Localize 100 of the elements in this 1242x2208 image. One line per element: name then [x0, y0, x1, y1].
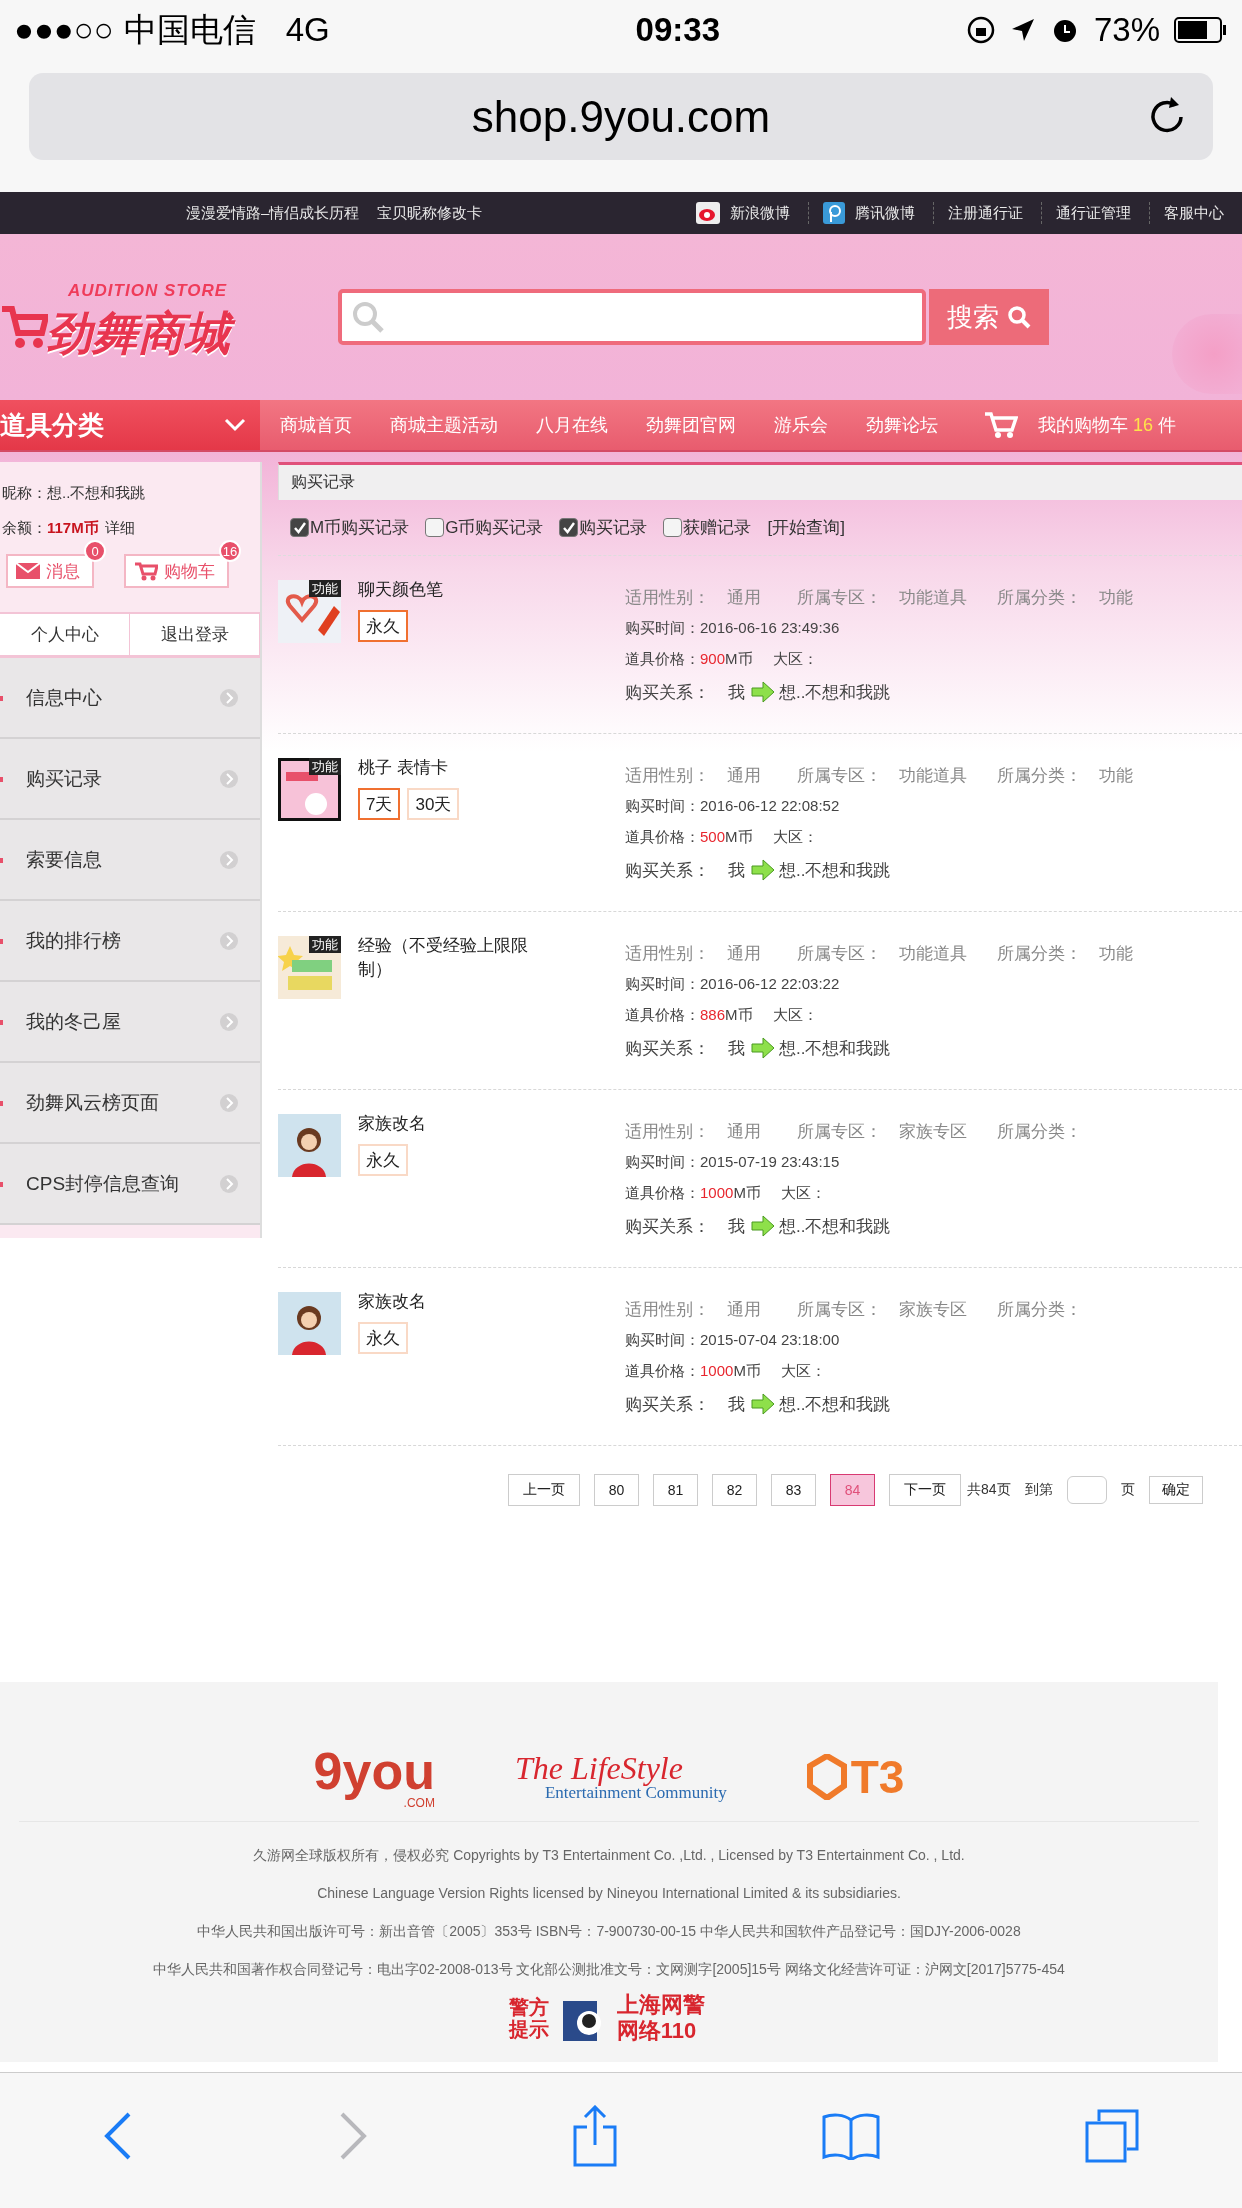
- search-field[interactable]: [338, 289, 926, 345]
- item-price: 道具价格：886M币: [625, 1005, 753, 1025]
- purchase-time: 购买时间：2015-07-04 23:18:00: [625, 1330, 840, 1350]
- signal-strength: ●●●○○: [14, 11, 114, 49]
- item-attribute: 所属分类：: [997, 1120, 1083, 1143]
- sidebar-menu-item[interactable]: 我的排行榜: [0, 901, 260, 982]
- page-button[interactable]: 82: [712, 1474, 757, 1506]
- item-badge: 功能: [309, 580, 341, 597]
- region-label: 大区：: [772, 1005, 818, 1025]
- duration-option[interactable]: 永久: [358, 1144, 408, 1176]
- top-link[interactable]: 注册通行证: [948, 203, 1023, 223]
- top-link[interactable]: 腾讯微博: [855, 203, 915, 223]
- nineyou-logo: 9you .COM: [313, 1744, 435, 1809]
- page-unit: 页: [1120, 1481, 1135, 1499]
- confirm-button[interactable]: 确定: [1148, 1476, 1203, 1504]
- chevron-right-icon: [220, 1093, 238, 1112]
- copyright-text: 中华人民共和国出版许可号：新出音管〔2005〕353号 ISBN号：7-900730-00-15 中华人民共和国软件产品登记号：国DJY-2006-0028: [197, 1922, 1021, 1941]
- query-link[interactable]: [开始查询]: [767, 516, 845, 539]
- recipient-name: 想..不想和我跳: [779, 681, 891, 704]
- prev-page-button[interactable]: 上一页: [508, 1474, 580, 1506]
- page-button[interactable]: 81: [653, 1474, 698, 1506]
- item-price: 道具价格：1000M币: [625, 1361, 761, 1381]
- filter-checkbox[interactable]: G币购买记录: [425, 516, 544, 539]
- nickname-label: 昵称：: [2, 484, 47, 503]
- tabs-button[interactable]: [1085, 2108, 1140, 2163]
- rotation-lock-icon: [965, 15, 996, 45]
- share-button[interactable]: [572, 2104, 617, 2167]
- weibo-icon: [696, 202, 720, 224]
- exp-card-icon: [278, 936, 341, 999]
- police-notice: 警方提示: [508, 1996, 550, 2041]
- region-label: 大区：: [772, 649, 818, 669]
- item-attribute: 所属分类： 功能: [997, 586, 1134, 609]
- category-menu[interactable]: 道具分类: [0, 400, 260, 450]
- duration-option[interactable]: 30天: [407, 788, 460, 820]
- sidebar-menu-item[interactable]: 信息中心: [0, 658, 260, 739]
- carrier-name: 中国电信: [123, 9, 256, 50]
- network-type: 4G: [285, 11, 330, 49]
- clock-time: 09:33: [635, 11, 720, 49]
- top-link[interactable]: 通行证管理: [1056, 203, 1131, 223]
- chevron-right-icon: [220, 931, 238, 950]
- back-button[interactable]: [102, 2110, 133, 2161]
- purchase-time: 购买时间：2016-06-16 23:49:36: [625, 618, 840, 638]
- duration-option[interactable]: 永久: [358, 610, 408, 642]
- recipient-name: 想..不想和我跳: [779, 1037, 891, 1060]
- next-page-button[interactable]: 下一页: [889, 1474, 961, 1506]
- relation-label: 购买关系：: [625, 1037, 710, 1060]
- item-attribute: 所属专区： 功能道具: [797, 764, 968, 787]
- buyer-name: 我: [728, 1037, 745, 1060]
- filter-checkbox[interactable]: 购买记录: [559, 516, 648, 539]
- sidebar-menu-item[interactable]: 劲舞风云榜页面: [0, 1063, 260, 1144]
- bookmarks-button[interactable]: [822, 2111, 881, 2160]
- top-link[interactable]: 客服中心: [1164, 203, 1224, 223]
- page-button[interactable]: 83: [771, 1474, 816, 1506]
- top-link[interactable]: 宝贝昵称修改卡: [377, 203, 483, 223]
- duration-option[interactable]: 7天: [358, 788, 401, 820]
- count-badge: 0: [84, 540, 106, 562]
- detail-link[interactable]: 详细: [104, 519, 135, 538]
- item-attribute: 所属分类： 功能: [997, 942, 1134, 965]
- page-button[interactable]: 80: [594, 1474, 639, 1506]
- item-attribute: 适用性别： 通用: [625, 942, 762, 965]
- chevron-right-icon: [220, 769, 238, 788]
- sidebar-menu-item[interactable]: CPS封停信息查询: [0, 1144, 260, 1225]
- purchase-time: 购买时间：2016-06-12 22:03:22: [625, 974, 840, 994]
- chevron-right-icon: [220, 1174, 238, 1193]
- duration-option[interactable]: 永久: [358, 1322, 408, 1354]
- book-icon: [822, 2111, 881, 2160]
- section-title: 购买记录: [278, 462, 1242, 500]
- battery-percentage: 73%: [1093, 11, 1160, 49]
- cart-icon[interactable]: [984, 411, 1018, 439]
- back-icon: [102, 2110, 133, 2161]
- copyright-text: 中华人民共和国著作权合同登记号：电出字02-2008-013号 文化部公测批准文号：文网测字[2005]15号 网络文化经营许可证：沪网文[2017]5775-454: [153, 1960, 1065, 1979]
- top-link[interactable]: 漫漫爱情路–情侣成长历程: [186, 203, 360, 223]
- sidebar-menu-item[interactable]: 索要信息: [0, 820, 260, 901]
- recipient-name: 想..不想和我跳: [779, 1393, 891, 1416]
- bullet-mark: [0, 777, 3, 782]
- item-attribute: 所属专区： 家族专区: [797, 1120, 968, 1143]
- purchase-time: 购买时间：2015-07-19 23:43:15: [625, 1152, 840, 1172]
- item-attribute: 所属专区： 功能道具: [797, 586, 968, 609]
- item-name: 聊天颜色笔: [358, 579, 444, 601]
- chevron-right-icon: [220, 688, 238, 707]
- account-tab[interactable]: 个人中心: [0, 614, 130, 655]
- filter-checkbox[interactable]: M币购买记录: [290, 516, 410, 539]
- page-input[interactable]: [1066, 1476, 1107, 1504]
- item-name: 经验（不受经验上限限制）: [358, 935, 529, 981]
- lifestyle-logo: The LifeStyle Entertainment Community: [514, 1752, 727, 1801]
- tencent-weibo-icon: [823, 202, 845, 224]
- item-price: 道具价格：900M币: [625, 649, 753, 669]
- buyer-name: 我: [728, 859, 745, 882]
- account-tab[interactable]: 退出登录: [130, 614, 260, 655]
- purchase-time: 购买时间：2016-06-12 22:08:52: [625, 796, 840, 816]
- address-bar[interactable]: shop.9you.com: [29, 73, 1213, 160]
- filter-checkbox[interactable]: 获赠记录: [663, 516, 752, 539]
- sidebar-menu-item[interactable]: 我的冬己屋: [0, 982, 260, 1063]
- arrow-right-icon: [751, 681, 775, 703]
- arrow-right-icon: [751, 1215, 775, 1237]
- item-attribute: 所属专区： 功能道具: [797, 942, 968, 965]
- sidebar-menu-item[interactable]: 购买记录: [0, 739, 260, 820]
- balance-amount: 117M币: [47, 519, 99, 538]
- chevron-right-icon: [220, 850, 238, 869]
- top-link[interactable]: 新浪微博: [730, 203, 790, 223]
